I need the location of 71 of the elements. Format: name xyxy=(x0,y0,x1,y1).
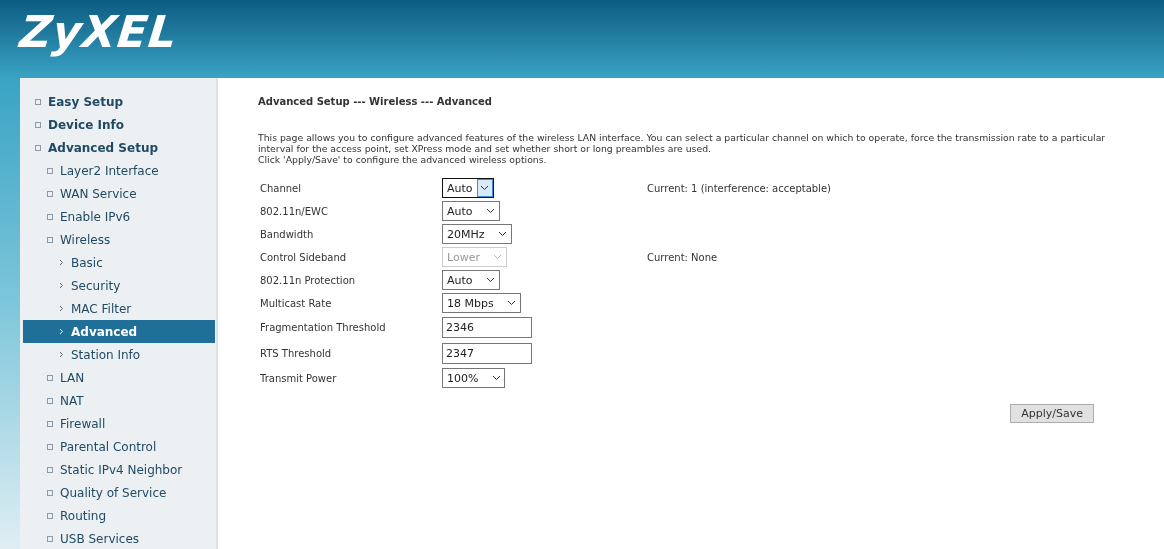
chevron-icon xyxy=(59,282,64,289)
sidebar-item[interactable]: WAN Service xyxy=(23,182,215,205)
bullet-icon xyxy=(47,443,53,450)
dropdown[interactable]: 20MHz xyxy=(442,224,512,244)
bullet-icon xyxy=(47,213,53,220)
sidebar-item[interactable]: Wireless xyxy=(23,228,215,251)
sidebar-item[interactable]: NAT xyxy=(23,389,215,412)
sidebar-item[interactable]: Quality of Service xyxy=(23,481,215,504)
bullet-icon xyxy=(35,98,41,105)
field-label: 802.11n Protection xyxy=(259,274,357,286)
input-field[interactable]: 2347 xyxy=(442,343,532,364)
page-title: Advanced Setup --- Wireless --- Advanced xyxy=(258,96,493,107)
chevron-down-icon xyxy=(486,277,496,283)
description-text: interval for the access point, set XPress mode and set whether short or long preambles are used. xyxy=(258,143,713,154)
bullet-icon xyxy=(47,535,53,542)
bullet-icon xyxy=(47,420,53,427)
field-label: Fragmentation Threshold xyxy=(259,322,387,333)
bullet-icon xyxy=(47,374,53,381)
chevron-icon xyxy=(59,305,64,312)
chevron-down-icon xyxy=(486,208,496,214)
sidebar-item[interactable]: Basic xyxy=(23,251,215,274)
field-label: Channel xyxy=(259,182,303,194)
chevron-down-icon xyxy=(480,185,490,191)
apply-save-button[interactable]: Apply/Save xyxy=(1010,404,1094,423)
input-field[interactable]: 2346 xyxy=(442,317,532,338)
status-text: Current: None xyxy=(647,251,719,263)
chevron-icon xyxy=(59,259,64,266)
chevron-down-icon xyxy=(498,231,508,237)
bullet-icon xyxy=(47,512,53,519)
sidebar-item[interactable]: Station Info xyxy=(23,343,215,366)
dropdown[interactable]: Auto xyxy=(442,178,494,198)
sidebar-item[interactable]: Advanced Setup xyxy=(23,136,215,159)
chevron-down-icon xyxy=(493,254,503,260)
sidebar-item[interactable]: Enable IPv6 xyxy=(23,205,215,228)
bullet-icon xyxy=(47,466,53,473)
bullet-icon xyxy=(35,144,41,151)
sidebar-item[interactable]: Security xyxy=(23,274,215,297)
field-label: Multicast Rate xyxy=(259,297,333,309)
sidebar-item[interactable]: Static IPv4 Neighbor xyxy=(23,458,215,481)
chevron-icon xyxy=(59,328,64,335)
status-text: Current: 1 (interference: acceptable) xyxy=(647,182,832,194)
sidebar-item[interactable]: MAC Filter xyxy=(23,297,215,320)
sidebar-item[interactable]: Layer2 Interface xyxy=(23,159,215,182)
sidebar-item[interactable]: LAN xyxy=(23,366,215,389)
sidebar-item[interactable]: Easy Setup xyxy=(23,90,215,113)
sidebar-item[interactable]: Device Info xyxy=(23,113,215,136)
dropdown[interactable]: Auto xyxy=(442,201,500,221)
sidebar-item[interactable]: Routing xyxy=(23,504,215,527)
bullet-icon xyxy=(47,489,53,496)
chevron-icon xyxy=(59,351,64,358)
sidebar-item[interactable]: Parental Control xyxy=(23,435,215,458)
description-text: This page allows you to configure advanced features of the wireless LAN interface. You can select a particular channel on which to operate, force the transmission rate to a particular xyxy=(258,132,1107,143)
field-label: 802.11n/EWC xyxy=(259,205,329,217)
chevron-down-icon xyxy=(491,375,501,381)
field-label: Transmit Power xyxy=(259,372,338,384)
sidebar-item[interactable]: Firewall xyxy=(23,412,215,435)
bullet-icon xyxy=(47,190,53,197)
bullet-icon xyxy=(47,167,53,174)
dropdown[interactable]: 18 Mbps xyxy=(442,293,521,313)
bullet-icon xyxy=(47,236,53,243)
chevron-down-icon xyxy=(507,300,517,306)
sidebar-item[interactable]: USB Services xyxy=(23,527,215,549)
sidebar-item[interactable]: Advanced xyxy=(23,320,215,343)
field-label: Bandwidth xyxy=(259,228,315,240)
bullet-icon xyxy=(47,397,53,404)
field-label: RTS Threshold xyxy=(259,348,333,359)
field-label: Control Sideband xyxy=(259,251,348,263)
description-text: Click 'Apply/Save' to configure the advanced wireless options. xyxy=(258,154,548,165)
bullet-icon xyxy=(35,121,41,128)
dropdown[interactable]: 100% xyxy=(442,368,506,388)
dropdown[interactable]: Auto xyxy=(442,270,500,290)
